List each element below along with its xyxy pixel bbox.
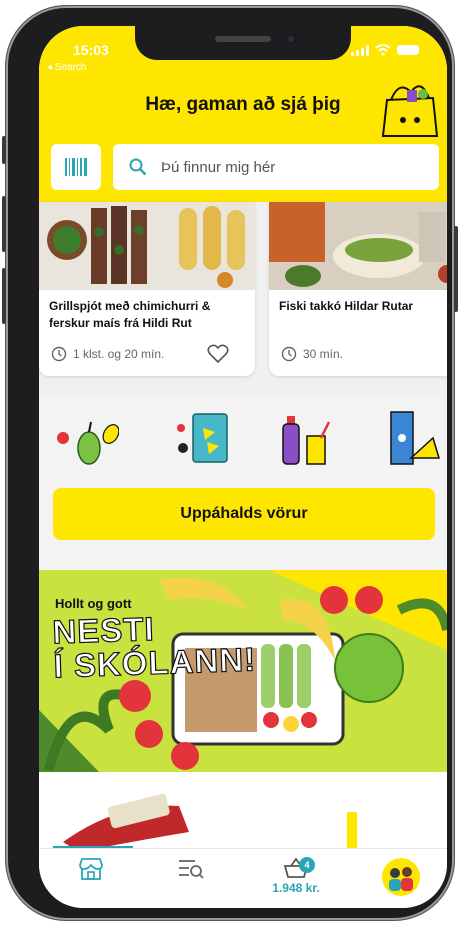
recipe-title: Grillspjót með chimichurri & ferskur maí… (49, 299, 211, 330)
banner-subtitle: Hollt og gott (55, 596, 132, 611)
signal-icon (351, 44, 369, 56)
banner-headline-line-2: Í SKÓLANN! (52, 640, 257, 685)
clock-icon (51, 346, 67, 362)
clock-icon (281, 346, 297, 362)
dairy-cheese-icon (390, 411, 441, 465)
tab-lists[interactable] (161, 857, 221, 901)
drinks-icon (282, 416, 331, 465)
recipe-time: 30 mín. (281, 346, 343, 362)
next-section-preview (39, 772, 447, 852)
category-drinks[interactable] (277, 408, 337, 468)
app-screen: 15:03 ◂ Search Hæ, gaman að sjá þig Þú f… (39, 26, 447, 908)
tab-cart[interactable]: 4 1.948 kr. (261, 857, 331, 901)
recipe-card[interactable]: Grillspjót með chimichurri & ferskur maí… (39, 202, 255, 376)
recipe-time-label: 30 mín. (303, 347, 344, 361)
category-snacks[interactable] (171, 408, 231, 468)
mute-switch (2, 136, 6, 164)
recipe-image (269, 202, 447, 290)
tab-profile[interactable] (371, 857, 431, 901)
status-time: 15:03 (73, 42, 109, 58)
banner-headline: NESTI Í SKÓLANN! (51, 608, 257, 685)
phone-notch (135, 26, 351, 60)
speaker-grille (215, 36, 271, 42)
status-back-link[interactable]: ◂ Search (47, 62, 86, 73)
recipe-time-label: 1 klst. og 20 mín. (73, 347, 165, 361)
recipe-card[interactable]: Fiski takkó Hildar Rutar 30 mín. (269, 202, 447, 376)
barcode-scanner-button[interactable] (51, 144, 101, 190)
volume-down-button (2, 268, 6, 324)
list-search-icon (179, 860, 204, 879)
power-button (454, 226, 458, 312)
promo-banner[interactable]: Hollt og gott NESTI Í SKÓLANN! (39, 570, 447, 772)
shopping-bag-mascot-icon (381, 85, 439, 137)
fruit-icon (57, 421, 120, 465)
battery-icon (397, 45, 419, 55)
volume-up-button (2, 196, 6, 252)
search-input[interactable]: Þú finnur mig hér (161, 159, 275, 176)
phone-frame: 15:03 ◂ Search Hæ, gaman að sjá þig Þú f… (2, 6, 458, 920)
search-icon (129, 158, 147, 176)
barcode-icon (65, 158, 87, 176)
search-bar[interactable]: Þú finnur mig hér (113, 144, 439, 190)
tab-store[interactable] (61, 857, 121, 901)
favorite-heart-icon[interactable] (207, 344, 229, 364)
category-row (39, 408, 447, 478)
snack-bag-icon (177, 413, 228, 463)
cart-count-badge: 4 (299, 857, 315, 873)
recipe-image (39, 202, 255, 290)
recipe-time: 1 klst. og 20 mín. (51, 346, 164, 362)
profile-icon (382, 858, 420, 896)
category-dairy[interactable] (387, 408, 447, 468)
wifi-icon (375, 44, 391, 56)
cart-total-price: 1.948 kr. (272, 881, 320, 895)
recipe-title: Fiski takkó Hildar Rutar (279, 299, 414, 313)
recipe-carousel[interactable]: Grillspjót með chimichurri & ferskur maí… (39, 202, 447, 398)
store-icon (79, 858, 103, 880)
product-preview-image (63, 793, 357, 852)
front-camera (285, 33, 297, 45)
favorites-button[interactable]: Uppáhalds vörur (53, 488, 435, 540)
category-fruit[interactable] (55, 408, 120, 468)
status-icons (351, 44, 419, 56)
bottom-tab-bar: 4 1.948 kr. (39, 848, 447, 908)
